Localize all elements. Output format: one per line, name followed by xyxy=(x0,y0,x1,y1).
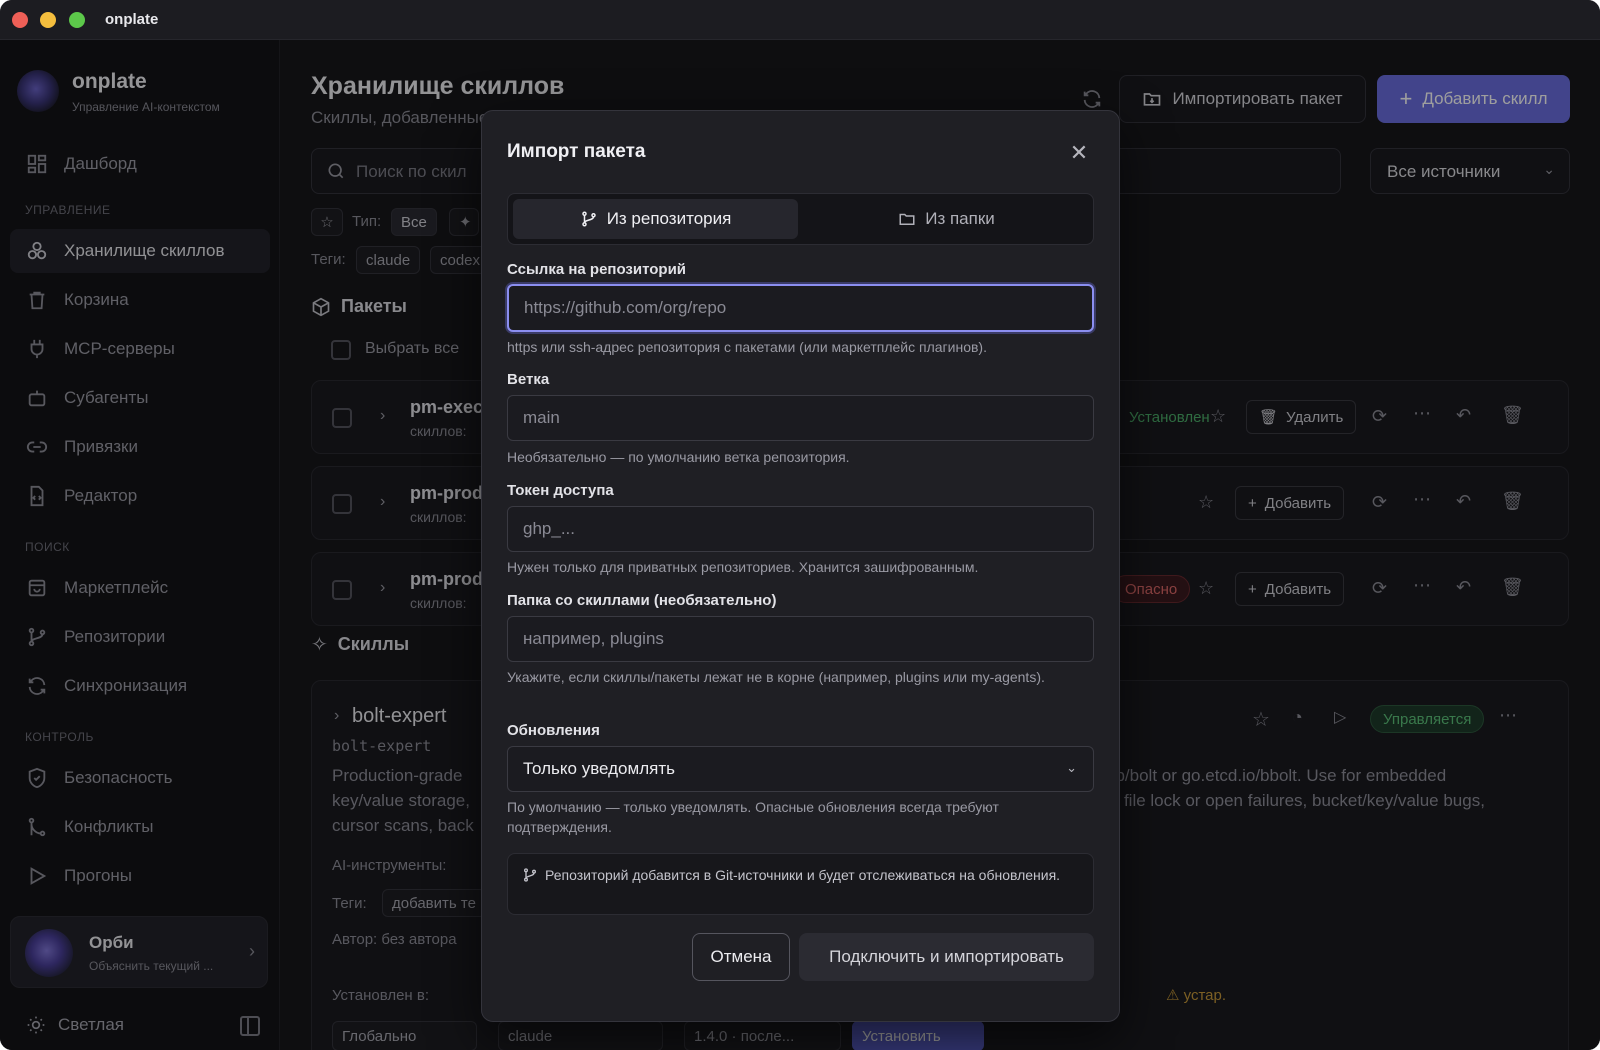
source-tabs: Из репозитория Из папки xyxy=(507,193,1094,245)
branch-label: Ветка xyxy=(507,371,550,388)
git-branch-icon xyxy=(524,868,536,882)
skills-folder-label: Папка со скиллами (необязательно) xyxy=(507,592,777,609)
title-bar: onplate xyxy=(0,0,1600,40)
updates-select-value: Только уведомлять xyxy=(523,759,675,778)
skills-folder-hint: Укажите, если скиллы/пакеты лежат не в к… xyxy=(507,669,1045,685)
info-note-text: Репозиторий добавится в Git-источники и … xyxy=(545,867,1061,883)
token-input[interactable] xyxy=(507,506,1094,552)
app-window: onplate onplate Управление AI-контекстом… xyxy=(0,0,1600,1050)
import-package-dialog: Импорт пакета ✕ Из репозитория Из папки … xyxy=(481,110,1120,1022)
close-window-button[interactable] xyxy=(12,12,28,28)
maximize-window-button[interactable] xyxy=(69,12,85,28)
updates-label: Обновления xyxy=(507,722,600,739)
chevron-down-icon: ⌄ xyxy=(1066,760,1077,775)
updates-hint: По умолчанию — только уведомлять. Опасны… xyxy=(507,799,999,835)
branch-input[interactable] xyxy=(507,395,1094,441)
git-branch-icon xyxy=(581,211,596,227)
cancel-button[interactable]: Отмена xyxy=(692,933,790,981)
token-label: Токен доступа xyxy=(507,482,614,499)
repo-url-input[interactable] xyxy=(507,284,1094,332)
connect-import-button[interactable]: Подключить и импортировать xyxy=(799,933,1094,981)
repo-url-label: Ссылка на репозиторий xyxy=(507,261,687,278)
updates-select[interactable]: Только уведомлять ⌄ xyxy=(507,746,1094,792)
branch-hint: Необязательно — по умолчанию ветка репоз… xyxy=(507,449,850,465)
tab-repository[interactable]: Из репозитория xyxy=(513,199,798,239)
folder-icon xyxy=(899,213,915,225)
repo-url-hint: https или ssh-адрес репозитория с пакета… xyxy=(507,339,987,355)
dialog-title: Импорт пакета xyxy=(507,141,646,162)
info-note: Репозиторий добавится в Git-источники и … xyxy=(507,853,1094,915)
skills-folder-input[interactable] xyxy=(507,616,1094,662)
close-icon[interactable]: ✕ xyxy=(1068,142,1090,165)
tab-folder[interactable]: Из папки xyxy=(804,199,1089,239)
window-title: onplate xyxy=(105,11,159,28)
tab-folder-label: Из папки xyxy=(925,209,995,228)
minimize-window-button[interactable] xyxy=(40,12,56,28)
token-hint: Нужен только для приватных репозиториев.… xyxy=(507,559,979,575)
tab-repository-label: Из репозитория xyxy=(606,209,732,228)
